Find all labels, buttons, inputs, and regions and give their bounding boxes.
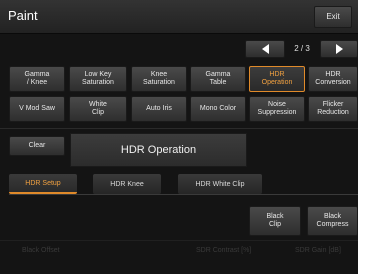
- tab-hdr-setup[interactable]: HDR Setup: [9, 174, 77, 194]
- gamma-table-button[interactable]: Gamma Table: [190, 66, 246, 92]
- mono-color-button[interactable]: Mono Color: [190, 96, 246, 122]
- page-indicator: 2 / 3: [294, 44, 310, 53]
- auto-iris-button[interactable]: Auto Iris: [131, 96, 187, 122]
- page-title: Paint: [8, 8, 38, 23]
- header-bar: Paint Exit: [0, 0, 358, 34]
- paint-screen: Paint Exit 2 / 3 Gamma / Knee Low Key Sa…: [0, 0, 358, 274]
- next-page-button[interactable]: [320, 40, 358, 58]
- hdr-operation-button[interactable]: HDR Operation: [249, 66, 305, 92]
- prev-page-button[interactable]: [245, 40, 285, 58]
- tab-underline: [9, 194, 358, 195]
- hdr-conversion-button[interactable]: HDR Conversion: [308, 66, 358, 92]
- v-mod-saw-button[interactable]: V Mod Saw: [9, 96, 65, 122]
- sdr-contrast-label: SDR Contrast [%]: [196, 247, 252, 254]
- tab-hdr-white-clip[interactable]: HDR White Clip: [178, 174, 262, 194]
- knee-saturation-button[interactable]: Knee Saturation: [131, 66, 187, 92]
- tab-hdr-knee[interactable]: HDR Knee: [93, 174, 161, 194]
- left-triangle-icon: [261, 44, 269, 54]
- exit-button[interactable]: Exit: [314, 6, 352, 28]
- flicker-reduction-button[interactable]: Flicker Reduction: [308, 96, 358, 122]
- black-compress-button[interactable]: Black Compress: [307, 206, 358, 236]
- bottom-divider: [0, 240, 358, 241]
- white-clip-button[interactable]: White Clip: [69, 96, 127, 122]
- black-offset-label: Black Offset: [22, 247, 60, 254]
- panel-title: HDR Operation: [70, 133, 247, 167]
- panel-divider: [0, 128, 358, 129]
- black-clip-button[interactable]: Black Clip: [249, 206, 301, 236]
- right-triangle-icon: [335, 44, 343, 54]
- noise-suppression-button[interactable]: Noise Suppression: [249, 96, 305, 122]
- clear-button[interactable]: Clear: [9, 136, 65, 156]
- sdr-gain-label: SDR Gain [dB]: [295, 247, 341, 254]
- low-key-saturation-button[interactable]: Low Key Saturation: [69, 66, 127, 92]
- gamma-knee-button[interactable]: Gamma / Knee: [9, 66, 65, 92]
